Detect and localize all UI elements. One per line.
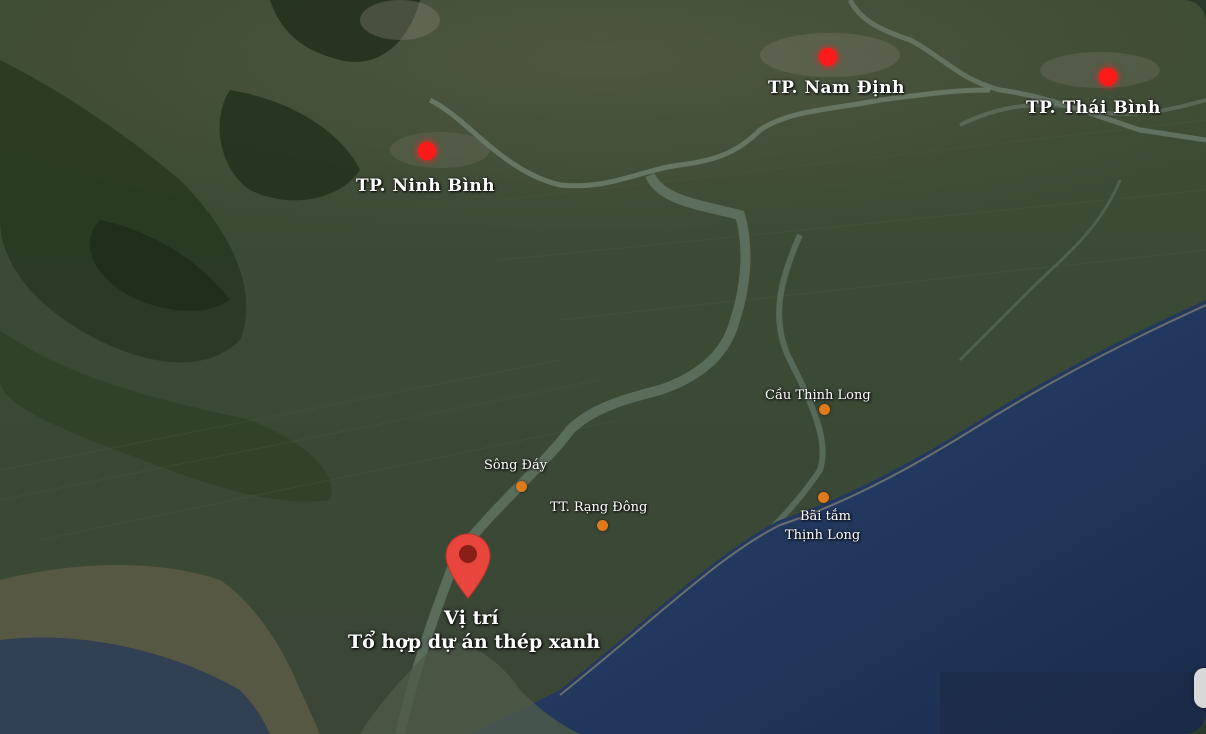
poi-marker-bai-tam-thinh-long[interactable] <box>818 492 829 503</box>
project-label-line1: Vị trí <box>444 607 499 629</box>
satellite-map[interactable]: TP. Ninh Bình TP. Nam Định TP. Thái Bình… <box>0 0 1206 734</box>
location-pin-icon[interactable] <box>444 532 492 600</box>
city-marker-nam-dinh[interactable] <box>819 48 837 66</box>
poi-label-bai-tam-line2: Thịnh Long <box>785 528 861 543</box>
poi-label-bai-tam-line1: Bãi tắm <box>800 509 851 524</box>
scroll-handle[interactable] <box>1194 668 1206 708</box>
project-label-line2: Tổ hợp dự án thép xanh <box>348 631 601 653</box>
city-label-ninh-binh: TP. Ninh Bình <box>356 176 496 196</box>
poi-marker-cau-thinh-long[interactable] <box>819 404 830 415</box>
poi-marker-tt-rang-dong[interactable] <box>597 520 608 531</box>
city-label-thai-binh: TP. Thái Bình <box>1026 98 1161 118</box>
poi-marker-song-day[interactable] <box>516 481 527 492</box>
city-marker-thai-binh[interactable] <box>1099 68 1117 86</box>
poi-label-song-day: Sông Đáy <box>484 458 548 473</box>
city-marker-ninh-binh[interactable] <box>418 142 436 160</box>
city-label-nam-dinh: TP. Nam Định <box>768 78 905 98</box>
poi-label-cau-thinh-long: Cầu Thịnh Long <box>765 388 871 403</box>
poi-label-tt-rang-dong: TT. Rạng Đông <box>550 500 648 515</box>
